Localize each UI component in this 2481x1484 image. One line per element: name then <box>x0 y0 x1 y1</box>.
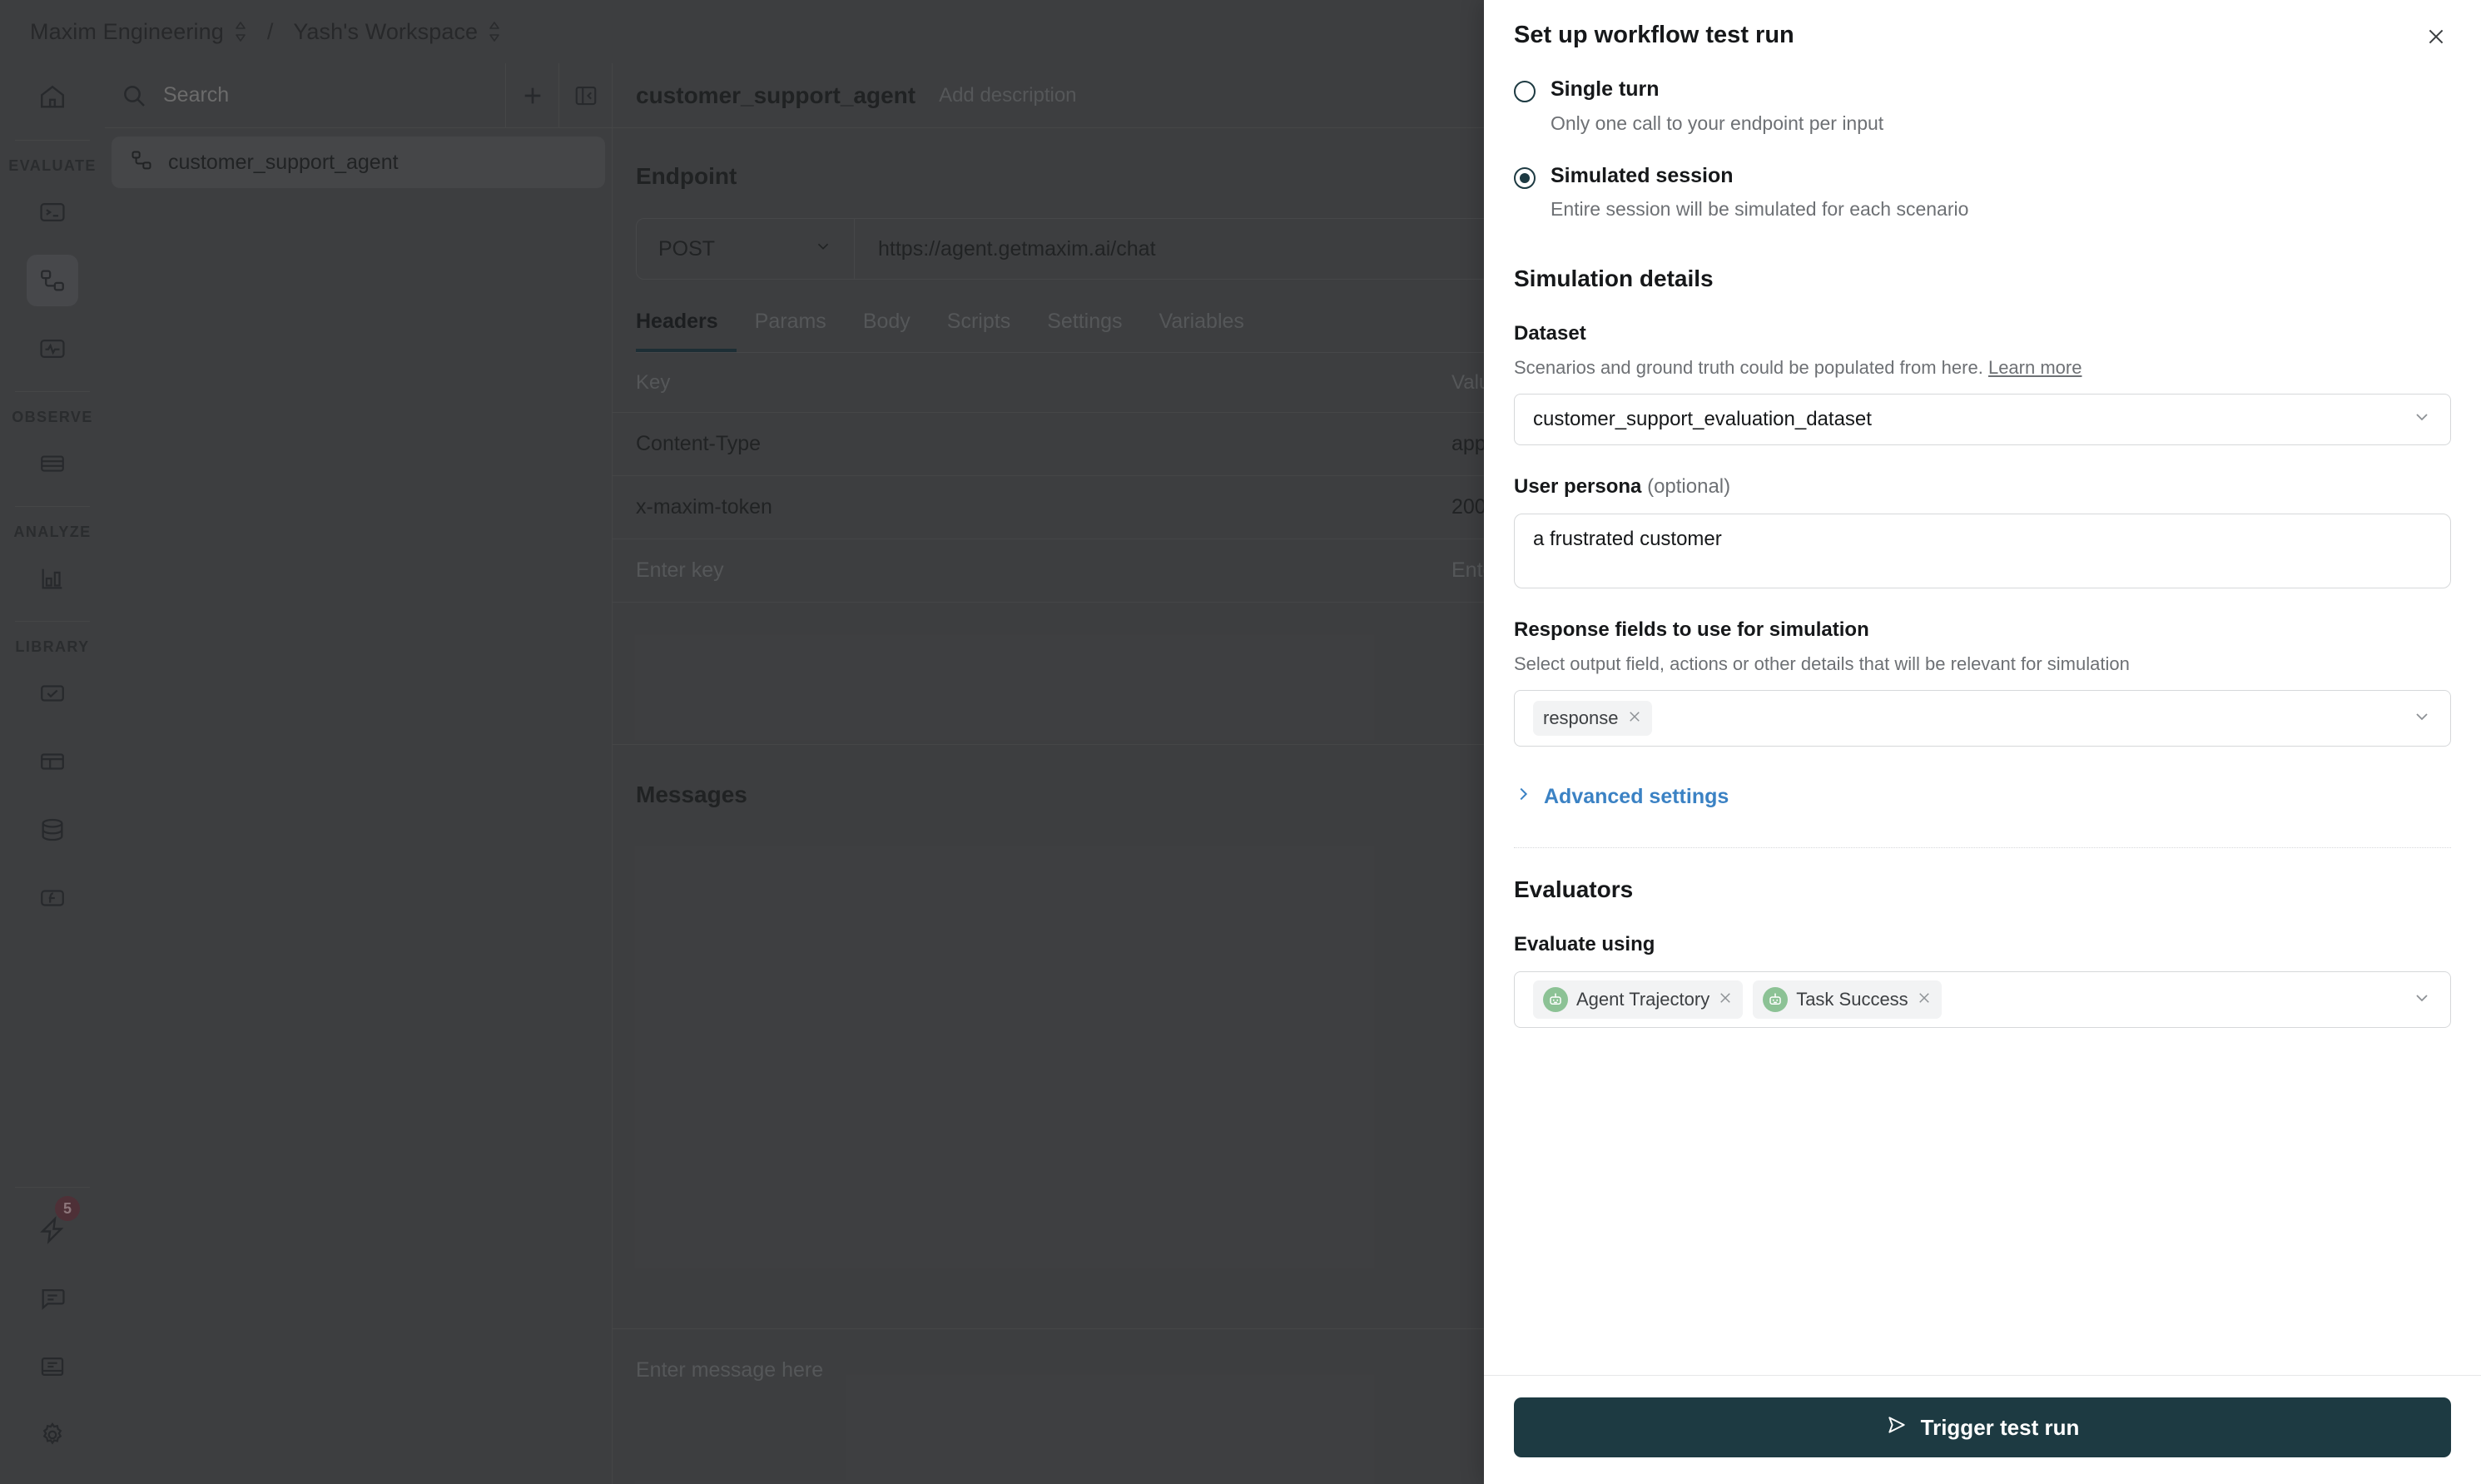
evaluate-using-label: Evaluate using <box>1514 933 2451 956</box>
dataset-select-value: customer_support_evaluation_dataset <box>1533 408 1872 431</box>
panel-footer: Trigger test run <box>1484 1375 2481 1484</box>
workflow-test-run-panel: Set up workflow test run Single turn Onl… <box>1484 0 2481 1484</box>
remove-chip-icon[interactable] <box>1627 707 1642 729</box>
radio-help-simulated-session: Entire session will be simulated for eac… <box>1551 198 1968 221</box>
send-icon <box>1886 1414 1908 1442</box>
app-root: Maxim Engineering / Yash's Workspace EVA… <box>0 0 2481 1484</box>
radio-option-simulated-session[interactable]: Simulated session Entire session will be… <box>1514 165 2451 221</box>
evaluators-multiselect[interactable]: Agent Trajectory Task Success <box>1514 971 2451 1028</box>
radio-help-single-turn: Only one call to your endpoint per input <box>1551 112 1883 135</box>
remove-chip-icon[interactable] <box>1718 989 1733 1010</box>
chip-label: response <box>1543 707 1619 729</box>
chip-label: Agent Trajectory <box>1576 989 1709 1010</box>
dataset-help-text: Scenarios and ground truth could be popu… <box>1514 357 1983 378</box>
user-persona-optional: (optional) <box>1647 475 1730 498</box>
chevron-down-icon <box>2412 988 2432 1012</box>
evaluator-chip-agent-trajectory[interactable]: Agent Trajectory <box>1533 980 1743 1019</box>
chevron-down-icon <box>2412 407 2432 433</box>
chevron-right-icon <box>1514 785 1532 809</box>
bot-icon <box>1763 987 1788 1012</box>
section-divider <box>1514 847 2451 848</box>
dataset-help: Scenarios and ground truth could be popu… <box>1514 357 2451 379</box>
dataset-select[interactable]: customer_support_evaluation_dataset <box>1514 394 2451 445</box>
advanced-settings-toggle[interactable]: Advanced settings <box>1514 785 2451 809</box>
radio-label-single-turn: Single turn <box>1551 78 1883 102</box>
response-fields-help: Select output field, actions or other de… <box>1514 653 2451 675</box>
trigger-test-run-button[interactable]: Trigger test run <box>1514 1397 2451 1457</box>
evaluators-heading: Evaluators <box>1514 876 2451 903</box>
remove-chip-icon[interactable] <box>1917 989 1932 1010</box>
chip-label: Task Success <box>1796 989 1908 1010</box>
radio-simulated-session[interactable] <box>1514 167 1536 189</box>
simulation-details-heading: Simulation details <box>1514 266 2451 292</box>
chevron-down-icon <box>2412 707 2432 731</box>
advanced-settings-label: Advanced settings <box>1544 785 1729 809</box>
trigger-test-run-label: Trigger test run <box>1921 1415 2080 1441</box>
learn-more-link[interactable]: Learn more <box>1988 357 2082 378</box>
dataset-label: Dataset <box>1514 322 2451 345</box>
panel-title: Set up workflow test run <box>1514 22 1794 49</box>
panel-header: Set up workflow test run <box>1514 0 2451 52</box>
run-mode-radio-group: Single turn Only one call to your endpoi… <box>1514 78 2451 221</box>
radio-label-simulated-session: Simulated session <box>1551 165 1968 188</box>
user-persona-textarea[interactable]: a frustrated customer <box>1514 514 2451 588</box>
close-icon[interactable] <box>2421 22 2451 52</box>
response-field-chip[interactable]: response <box>1533 701 1652 736</box>
response-fields-multiselect[interactable]: response <box>1514 690 2451 747</box>
response-fields-label: Response fields to use for simulation <box>1514 618 2451 642</box>
bot-icon <box>1543 987 1568 1012</box>
user-persona-label: User persona (optional) <box>1514 475 2451 499</box>
radio-option-single-turn[interactable]: Single turn Only one call to your endpoi… <box>1514 78 2451 135</box>
radio-single-turn[interactable] <box>1514 81 1536 102</box>
user-persona-label-text: User persona <box>1514 475 1641 498</box>
panel-body: Set up workflow test run Single turn Onl… <box>1484 0 2481 1375</box>
evaluator-chip-task-success[interactable]: Task Success <box>1753 980 1942 1019</box>
